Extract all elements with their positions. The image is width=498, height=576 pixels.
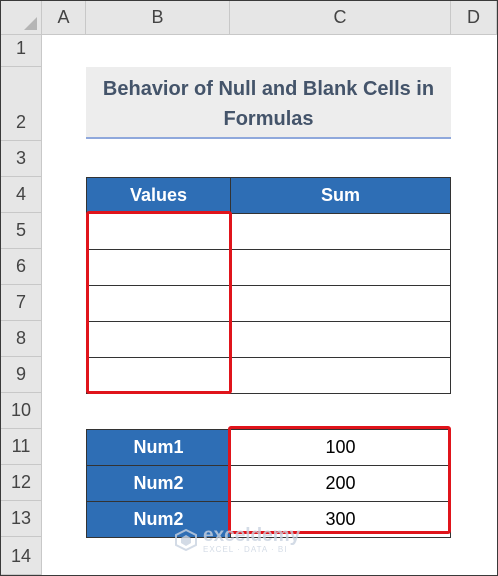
exceldemy-watermark: exceldemy EXCEL · DATA · BI [175, 526, 300, 554]
row-header-10[interactable]: 10 [1, 393, 42, 429]
sum-cell[interactable] [230, 249, 451, 286]
exceldemy-logo-icon [175, 529, 197, 551]
title-line-1: Behavior of Null and Blank Cells in [102, 78, 435, 100]
row-header-7[interactable]: 7 [1, 285, 42, 321]
row-header-9[interactable]: 9 [1, 357, 42, 393]
column-header-b[interactable]: B [86, 1, 230, 35]
sum-cell[interactable] [230, 321, 451, 358]
sum-header-cell[interactable]: Sum [230, 177, 451, 214]
row-header-5[interactable]: 5 [1, 213, 42, 249]
sum-values-highlight-box [228, 426, 451, 534]
column-header-a[interactable]: A [42, 1, 86, 35]
title-line-2: Formulas [223, 108, 314, 130]
select-all-icon [24, 17, 37, 30]
watermark-tagline: EXCEL · DATA · BI [203, 545, 288, 554]
row-header-11[interactable]: 11 [1, 429, 42, 465]
sum-cell[interactable] [230, 285, 451, 322]
select-all-corner[interactable] [1, 1, 42, 35]
sum-cell[interactable] [230, 213, 451, 250]
row-header-14[interactable]: 14 [1, 537, 42, 575]
row-header-13[interactable]: 13 [1, 501, 42, 537]
row-header-1[interactable]: 1 [1, 35, 42, 67]
row-header-8[interactable]: 8 [1, 321, 42, 357]
column-header-c[interactable]: C [230, 1, 451, 35]
num-label-cell[interactable]: Num2 [86, 465, 231, 502]
row-header-6[interactable]: 6 [1, 249, 42, 285]
row-header-4[interactable]: 4 [1, 177, 42, 213]
sum-cell[interactable] [230, 357, 451, 394]
sheet-title[interactable]: Behavior of Null and Blank Cells in Form… [86, 67, 451, 139]
values-header-cell[interactable]: Values [86, 177, 231, 214]
watermark-name: exceldemy [203, 525, 301, 546]
row-header-2[interactable]: 2 [1, 67, 42, 141]
row-header-12[interactable]: 12 [1, 465, 42, 501]
values-highlight-box [86, 211, 232, 394]
column-header-d[interactable]: D [451, 1, 497, 35]
row-header-3[interactable]: 3 [1, 141, 42, 177]
num-label-cell[interactable]: Num1 [86, 429, 231, 466]
